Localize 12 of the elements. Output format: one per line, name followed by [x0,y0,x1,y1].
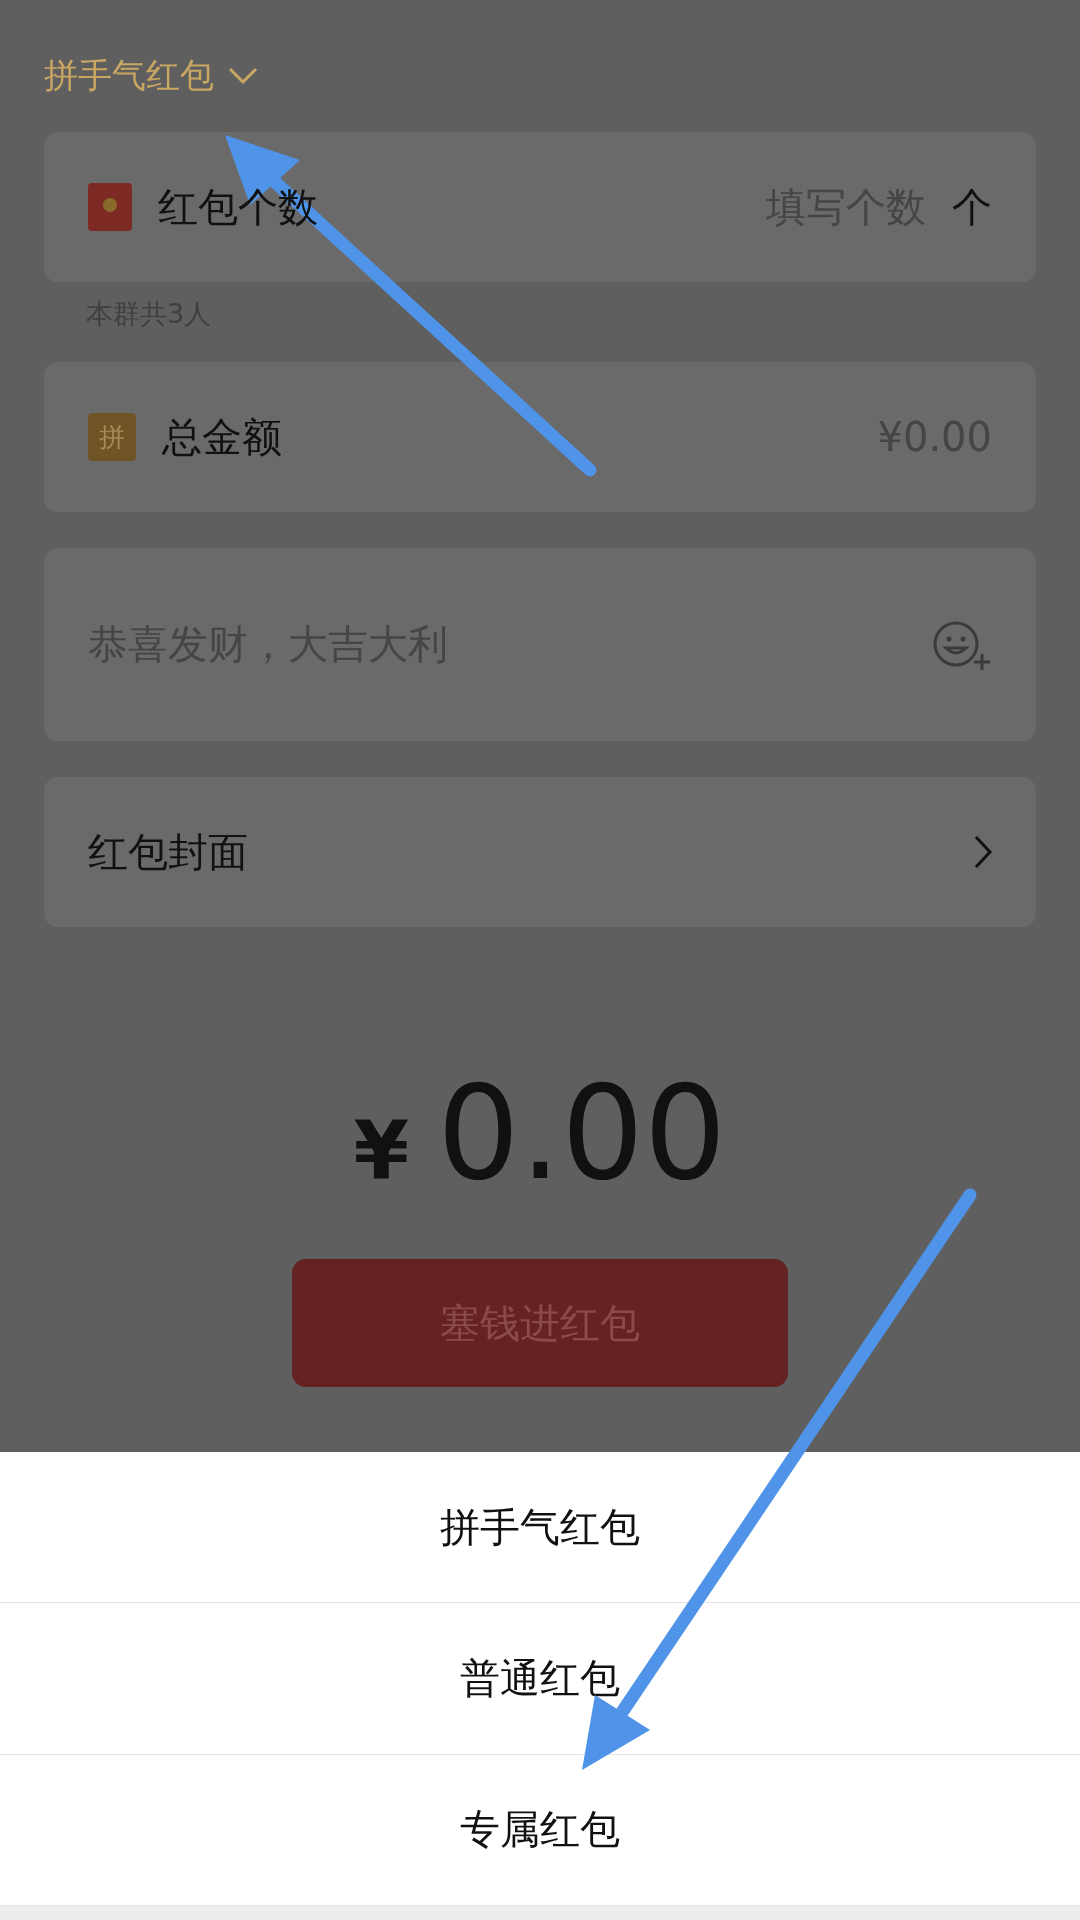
total-amount: 0.00 [437,1057,727,1209]
currency-sign: ¥ [353,1104,410,1197]
sheet-option[interactable]: 拼手气红包 [0,1452,1080,1604]
unit-label: 个 [952,182,992,232]
field-label: 总金额 [162,412,282,462]
chevron-down-icon[interactable] [228,67,258,85]
envelope-icon [88,183,132,231]
pin-badge-icon: 拼 [88,413,136,461]
chevron-right-icon [974,835,992,869]
packet-type-title[interactable]: 拼手气红包 [44,53,214,99]
cover-row[interactable]: 红包封面 [44,777,1036,927]
row-label: 红包封面 [88,827,249,877]
